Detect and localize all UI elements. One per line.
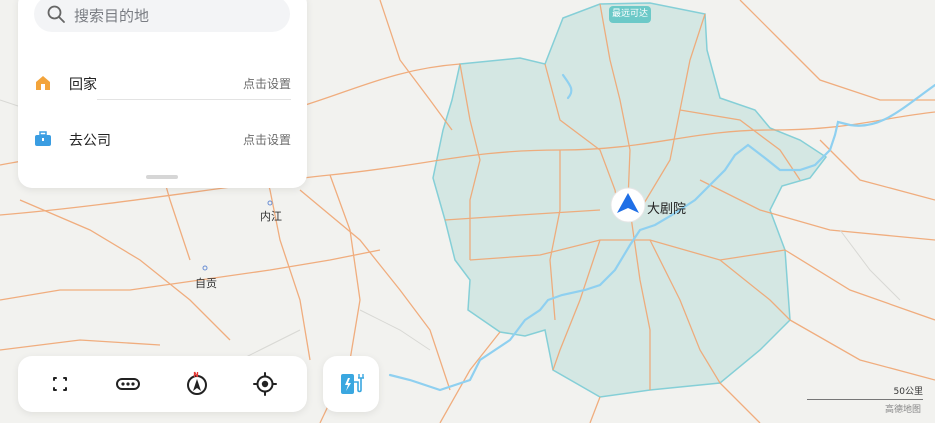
briefcase-icon: [35, 131, 51, 146]
shortcut-home[interactable]: 回家 点击设置: [18, 64, 307, 104]
search-bar[interactable]: 搜索目的地: [34, 0, 290, 32]
scale-bar: 50公里: [807, 386, 923, 400]
search-icon: [47, 5, 65, 23]
place-label-zigong: 自贡: [195, 277, 217, 290]
destination-panel: 搜索目的地 回家 点击设置 去公司 点击设置: [18, 0, 307, 188]
ev-charging-button[interactable]: [323, 356, 379, 412]
home-icon: [36, 76, 50, 90]
map-toolbar: [18, 356, 307, 412]
panel-drag-handle[interactable]: [146, 175, 178, 179]
search-placeholder: 搜索目的地: [74, 7, 150, 25]
scale-label: 50公里: [893, 387, 923, 397]
location-marker: [610, 187, 646, 223]
shortcut-work[interactable]: 去公司 点击设置: [18, 120, 307, 160]
reach-badge: 最远可达: [609, 6, 651, 23]
shortcut-home-label: 回家: [69, 77, 97, 93]
ev-charging-icon: [341, 374, 364, 394]
shortcut-divider: [97, 99, 291, 100]
place-label-neijiang: 内江: [260, 210, 282, 223]
compass-icon[interactable]: [183, 370, 211, 398]
expand-icon[interactable]: [46, 370, 74, 398]
shortcut-work-label: 去公司: [69, 133, 111, 149]
shortcut-home-action[interactable]: 点击设置: [243, 75, 291, 92]
map-brand: 高德地图: [885, 405, 922, 415]
scale-line: [807, 399, 923, 400]
destination-label: 大剧院: [647, 202, 687, 217]
shortcut-work-action[interactable]: 点击设置: [243, 131, 291, 148]
more-icon[interactable]: [114, 370, 142, 398]
locate-icon[interactable]: [251, 370, 279, 398]
